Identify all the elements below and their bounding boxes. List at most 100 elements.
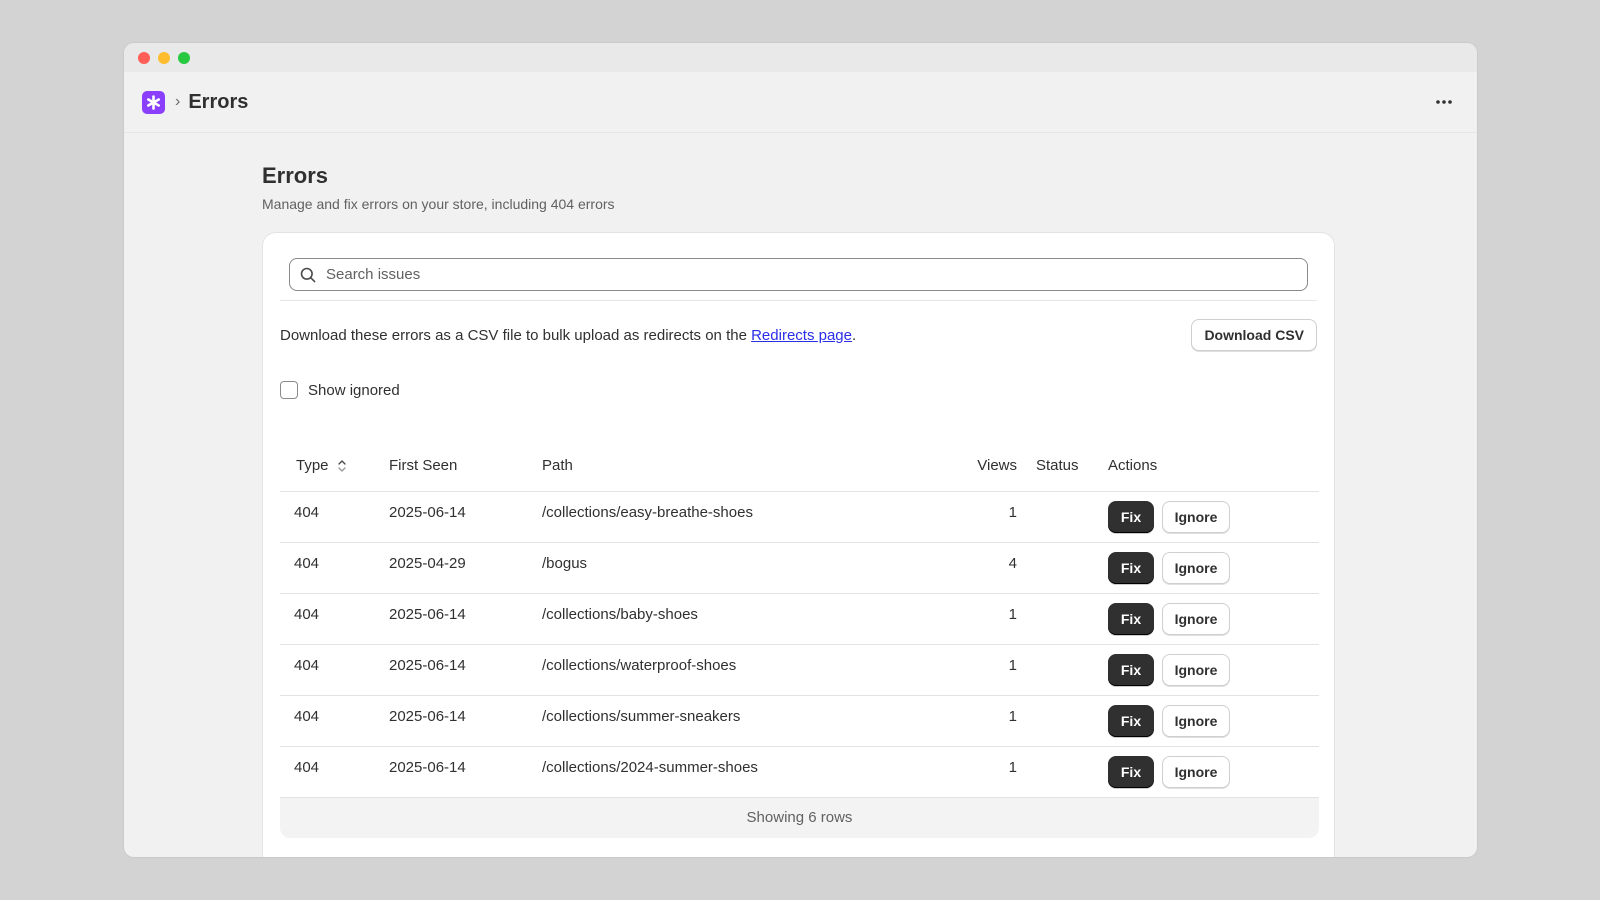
cell-status [1023, 491, 1108, 543]
cell-path: /collections/2024-summer-shoes [542, 746, 860, 798]
cell-first-seen-text: 2025-06-14 [389, 759, 466, 776]
cell-actions: Fix Ignore [1108, 746, 1319, 798]
app-header: › Errors [124, 72, 1477, 133]
fix-button[interactable]: Fix [1108, 551, 1154, 584]
ignore-button[interactable]: Ignore [1162, 755, 1230, 788]
redirects-page-link[interactable]: Redirects page [751, 327, 852, 344]
table-row: 404 2025-06-14/collections/waterproof-sho… [280, 644, 1319, 696]
show-ignored-label: Show ignored [308, 381, 400, 399]
cell-type-text: 404 [294, 759, 320, 776]
search-field[interactable] [289, 258, 1308, 291]
ignore-button[interactable]: Ignore [1162, 704, 1230, 737]
close-window-button[interactable] [138, 51, 150, 64]
cell-views-text: 4 [1008, 555, 1017, 572]
table-row: 404 2025-06-14/collections/2024-summer-sh… [280, 746, 1319, 798]
cell-views-text: 1 [1008, 759, 1017, 776]
cell-first-seen: 2025-06-14 [389, 593, 542, 645]
cell-path: /collections/easy-breathe-shoes [542, 491, 860, 543]
cell-type: 404 [280, 593, 389, 645]
cell-views: 4 [860, 542, 1023, 594]
app-window: › Errors Errors Manage and fix errors on… [124, 43, 1477, 857]
breadcrumb-title: Errors [188, 90, 249, 113]
minimize-window-button[interactable] [158, 51, 170, 64]
table-row: 404 2025-06-14/collections/baby-shoes 1 Fix… [280, 593, 1319, 645]
cell-actions: Fix Ignore [1108, 644, 1319, 696]
table-footer: Showing 6 rows [280, 797, 1319, 838]
fix-button[interactable]: Fix [1108, 704, 1154, 737]
show-ignored-toggle[interactable]: Show ignored [280, 381, 1317, 399]
cell-first-seen: 2025-06-14 [389, 746, 542, 798]
column-header-type[interactable]: Type [280, 441, 389, 492]
cell-first-seen: 2025-04-29 [389, 542, 542, 594]
column-header-status: Status [1023, 441, 1108, 492]
cell-path: /bogus [542, 542, 860, 594]
fix-button[interactable]: Fix [1108, 602, 1154, 635]
asterisk-icon[interactable] [142, 90, 165, 114]
table-row: 404 2025-06-14/collections/summer-sneaker… [280, 695, 1319, 747]
page-title: Errors [262, 163, 329, 188]
cell-actions: Fix Ignore [1108, 542, 1319, 594]
cell-type-text: 404 [294, 504, 320, 521]
cell-first-seen: 2025-06-14 [389, 491, 542, 543]
cell-type-text: 404 [294, 606, 320, 623]
column-header-actions: Actions [1108, 441, 1319, 492]
cell-first-seen-text: 2025-06-14 [389, 708, 466, 725]
download-text: Download these errors as a CSV file to b… [280, 326, 752, 344]
search-divider [280, 300, 1317, 301]
cell-type: 404 [280, 542, 389, 594]
ignore-button[interactable]: Ignore [1162, 500, 1230, 533]
cell-first-seen-text: 2025-06-14 [389, 657, 466, 674]
fix-button[interactable]: Fix [1108, 653, 1154, 686]
cell-views-text: 1 [1008, 657, 1017, 674]
ignore-button[interactable]: Ignore [1162, 653, 1230, 686]
errors-card: Download these errors as a CSV file to b… [262, 232, 1335, 857]
cell-views-text: 1 [1008, 708, 1017, 725]
cell-path-text: /collections/summer-sneakers [542, 708, 741, 725]
cell-type: 404 [280, 746, 389, 798]
cell-status [1023, 542, 1108, 594]
cell-status [1023, 746, 1108, 798]
search-input[interactable] [324, 265, 1297, 284]
fix-button[interactable]: Fix [1108, 500, 1154, 533]
download-description: Download these errors as a CSV file to b… [280, 327, 856, 344]
cell-path: /collections/summer-sneakers [542, 695, 860, 747]
main-content: Errors Manage and fix errors on your sto… [124, 133, 1477, 857]
cell-path-text: /collections/2024-summer-shoes [542, 759, 758, 776]
fix-button[interactable]: Fix [1108, 755, 1154, 788]
cell-first-seen-text: 2025-06-14 [389, 606, 466, 623]
download-text-end: . [852, 326, 857, 344]
cell-type-text: 404 [294, 555, 320, 572]
column-header-first-seen: First Seen [389, 441, 542, 492]
cell-first-seen: 2025-06-14 [389, 695, 542, 747]
sort-icon[interactable] [337, 459, 347, 473]
cell-actions: Fix Ignore [1108, 491, 1319, 543]
cell-views: 1 [860, 593, 1023, 645]
cell-type: 404 [280, 644, 389, 696]
cell-views-text: 1 [1008, 606, 1017, 623]
cell-views-text: 1 [1008, 504, 1017, 521]
download-csv-button[interactable]: Download CSV [1191, 319, 1317, 351]
cell-status [1023, 695, 1108, 747]
cell-views: 1 [860, 644, 1023, 696]
cell-actions: Fix Ignore [1108, 695, 1319, 747]
cell-path: /collections/baby-shoes [542, 593, 860, 645]
cell-path-text: /collections/easy-breathe-shoes [542, 504, 753, 521]
cell-first-seen: 2025-06-14 [389, 644, 542, 696]
table-row: 404 2025-06-14/collections/easy-breathe-s… [280, 491, 1319, 543]
column-header-type-label: Type [296, 457, 329, 475]
ellipsis-icon [1436, 100, 1452, 104]
ignore-button[interactable]: Ignore [1162, 602, 1230, 635]
maximize-window-button[interactable] [178, 51, 190, 64]
show-ignored-checkbox[interactable] [280, 381, 298, 399]
table-header-row: Type First Seen Path Views Status Action… [280, 441, 1319, 492]
cell-first-seen-text: 2025-04-29 [389, 555, 466, 572]
table-row: 404 2025-04-29/bogus 4 Fix Ignore [280, 542, 1319, 594]
cell-path-text: /bogus [542, 555, 588, 572]
window-titlebar [124, 43, 1477, 72]
more-actions-button[interactable] [1429, 87, 1459, 117]
cell-status [1023, 593, 1108, 645]
cell-actions: Fix Ignore [1108, 593, 1319, 645]
ignore-button[interactable]: Ignore [1162, 551, 1230, 584]
cell-type: 404 [280, 695, 389, 747]
cell-path: /collections/waterproof-shoes [542, 644, 860, 696]
